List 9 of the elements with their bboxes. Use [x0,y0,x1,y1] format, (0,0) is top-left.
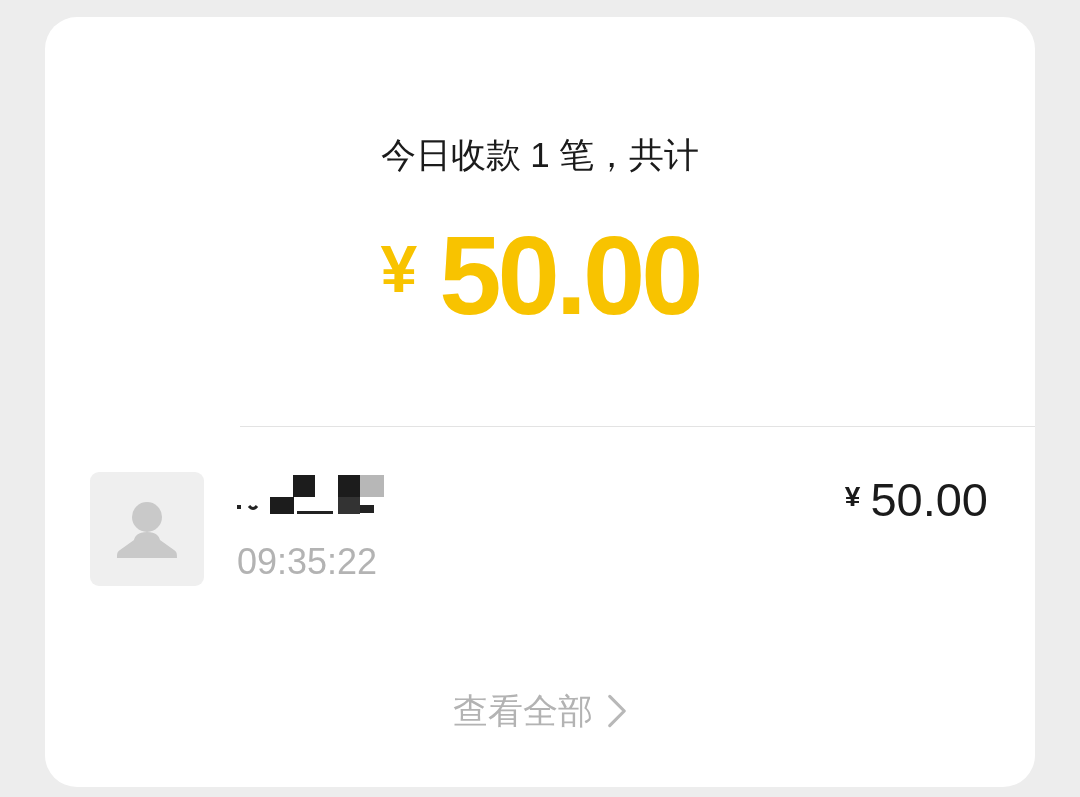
transaction-time: 09:35:22 [237,542,378,582]
summary-title: 今日收款 1 笔，共计 [380,134,700,176]
currency-symbol: ¥ [844,480,861,514]
total-amount: 50.00 [439,216,700,336]
currency-symbol: ¥ [380,234,418,304]
transaction-amount: 50.00 [870,474,988,526]
chevron-right-icon [607,694,627,728]
view-all-link[interactable]: 查看全部 [453,690,627,732]
person-silhouette-icon [90,472,204,586]
